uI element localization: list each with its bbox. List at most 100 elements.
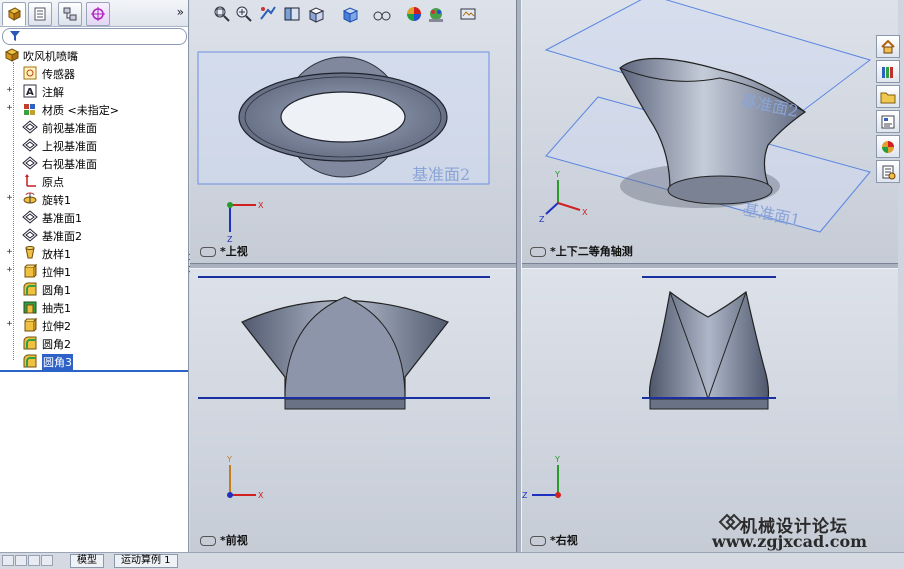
zoom-to-fit-icon xyxy=(214,6,230,22)
viewport-vertical-splitter[interactable] xyxy=(516,0,522,552)
viewport-horizontal-splitter[interactable] xyxy=(190,263,904,269)
tree-item-label: 圆角3 xyxy=(42,354,73,370)
tree-item[interactable]: + 放样1 xyxy=(0,244,188,262)
edit-appearance-button[interactable] xyxy=(404,4,424,24)
plane-icon xyxy=(22,227,38,243)
plane-icon xyxy=(22,137,38,153)
tab-scroll-buttons[interactable] xyxy=(2,555,54,569)
task-pane-tabs xyxy=(874,35,904,185)
display-style-button[interactable] xyxy=(340,4,360,24)
tree-item-label: 抽壳1 xyxy=(42,302,71,315)
zoom-to-area-button[interactable] xyxy=(234,4,254,24)
tree-item[interactable]: + 拉伸2 xyxy=(0,316,188,334)
view-palette-tab[interactable] xyxy=(876,110,900,133)
previous-view-icon xyxy=(260,6,276,20)
section-view-button[interactable] xyxy=(282,4,302,24)
material-icon xyxy=(22,101,38,117)
section-view-icon xyxy=(284,7,300,21)
tree-item[interactable]: 吹风机喷嘴 xyxy=(0,46,188,64)
zoom-to-area-icon xyxy=(236,6,252,22)
svg-text:A: A xyxy=(26,87,34,98)
tree-item[interactable]: 传感器 xyxy=(0,64,188,82)
axis-y-label: Y xyxy=(554,170,560,179)
edit-appearance-icon xyxy=(407,7,421,21)
expand-toggle[interactable]: + xyxy=(5,320,14,329)
appearances-tab[interactable] xyxy=(876,135,900,158)
extrude-icon xyxy=(22,263,38,279)
fillet-icon xyxy=(22,353,38,369)
fillet-icon xyxy=(22,335,38,351)
tab-property-manager[interactable] xyxy=(28,2,52,26)
viewport-front[interactable]: X Y *前视 xyxy=(190,267,516,552)
custom-properties-tab[interactable] xyxy=(876,160,900,183)
rollback-bar[interactable] xyxy=(0,370,188,372)
view-palette-icon xyxy=(881,115,895,129)
feature-filter-input[interactable] xyxy=(2,28,187,45)
triad-top: X Z xyxy=(227,201,264,244)
plane-icon xyxy=(22,119,38,135)
view-settings-icon xyxy=(460,8,476,20)
axis-x-label: X xyxy=(582,208,588,217)
axis-y-label: Y xyxy=(554,455,560,464)
feature-manager-panel: » 吹风机喷嘴传感器 + A 注解 + 材质 <未指定> 前视基准面 上视基准面 右视基准面 原点… xyxy=(0,0,189,566)
tree-item[interactable]: 原点 xyxy=(0,172,188,190)
viewport-top[interactable]: 基准面2 X Z *上视 xyxy=(190,0,516,263)
tree-item[interactable]: 圆角3 xyxy=(0,352,188,370)
viewport-title-right: *右视 xyxy=(530,532,578,548)
fillet-icon xyxy=(22,281,38,297)
tree-item[interactable]: + 拉伸1 xyxy=(0,262,188,280)
expand-toggle[interactable]: + xyxy=(5,104,14,113)
solidworks-resources-tab[interactable] xyxy=(876,35,900,58)
tab-configuration-manager[interactable] xyxy=(58,2,82,26)
link-icon xyxy=(530,247,546,257)
tab-dimxpert-manager[interactable] xyxy=(86,2,110,26)
tree-item-label: 传感器 xyxy=(42,68,75,81)
apply-scene-button[interactable] xyxy=(426,4,446,24)
tree-item[interactable]: 抽壳1 xyxy=(0,298,188,316)
tree-item[interactable]: + 旋转1 xyxy=(0,190,188,208)
tree-item-label: 注解 xyxy=(42,86,64,99)
viewport-isometric[interactable]: 基准面2 基准面1 Y X Z *上下二等角轴测 xyxy=(520,0,904,263)
tree-item[interactable]: + 材质 <未指定> xyxy=(0,100,188,118)
tree-item[interactable]: 右视基准面 xyxy=(0,154,188,172)
tree-item[interactable]: 圆角2 xyxy=(0,334,188,352)
revolve-icon xyxy=(22,191,38,207)
dimxpert-icon xyxy=(91,7,105,21)
tree-item-label: 圆角2 xyxy=(42,338,71,351)
origin-icon xyxy=(22,173,38,189)
expand-toggle[interactable]: + xyxy=(5,266,14,275)
file-explorer-tab[interactable] xyxy=(876,85,900,108)
expand-toggle[interactable]: + xyxy=(5,248,14,257)
design-library-icon xyxy=(882,67,893,78)
feature-manager-icon xyxy=(7,7,22,21)
view-orientation-button[interactable] xyxy=(306,4,326,24)
filter-icon xyxy=(10,31,20,41)
tree-item[interactable]: + A 注解 xyxy=(0,82,188,100)
tree-item[interactable]: 基准面1 xyxy=(0,208,188,226)
tab-feature-manager[interactable] xyxy=(2,2,26,26)
annotation-icon: A xyxy=(22,83,38,99)
sensor-icon xyxy=(22,65,38,81)
iso-view-model: 基准面2 基准面1 Y X Z xyxy=(539,0,872,233)
design-library-tab[interactable] xyxy=(876,60,900,83)
expand-toggle[interactable]: + xyxy=(5,194,14,203)
view-settings-button[interactable] xyxy=(458,4,478,24)
tree-item[interactable]: 基准面2 xyxy=(0,226,188,244)
axis-z-label: Z xyxy=(522,491,528,500)
collapse-panel-button[interactable]: » xyxy=(177,5,184,19)
previous-view-button[interactable] xyxy=(258,4,278,24)
tree-item[interactable]: 圆角1 xyxy=(0,280,188,298)
hide-show-items-button[interactable] xyxy=(372,4,392,24)
apply-scene-icon xyxy=(429,8,443,22)
expand-toggle[interactable]: + xyxy=(5,86,14,95)
axis-x-label: X xyxy=(258,201,264,210)
tree-item[interactable]: 上视基准面 xyxy=(0,136,188,154)
zoom-to-fit-button[interactable] xyxy=(212,4,232,24)
axis-z-label: Z xyxy=(539,215,545,224)
tree-item[interactable]: 前视基准面 xyxy=(0,118,188,136)
appearances-icon xyxy=(882,141,894,153)
watermark-url: www.zgjxcad.com xyxy=(712,532,868,551)
link-icon xyxy=(200,247,216,257)
loft-icon xyxy=(22,245,38,261)
axis-y-label: Y xyxy=(226,455,232,464)
